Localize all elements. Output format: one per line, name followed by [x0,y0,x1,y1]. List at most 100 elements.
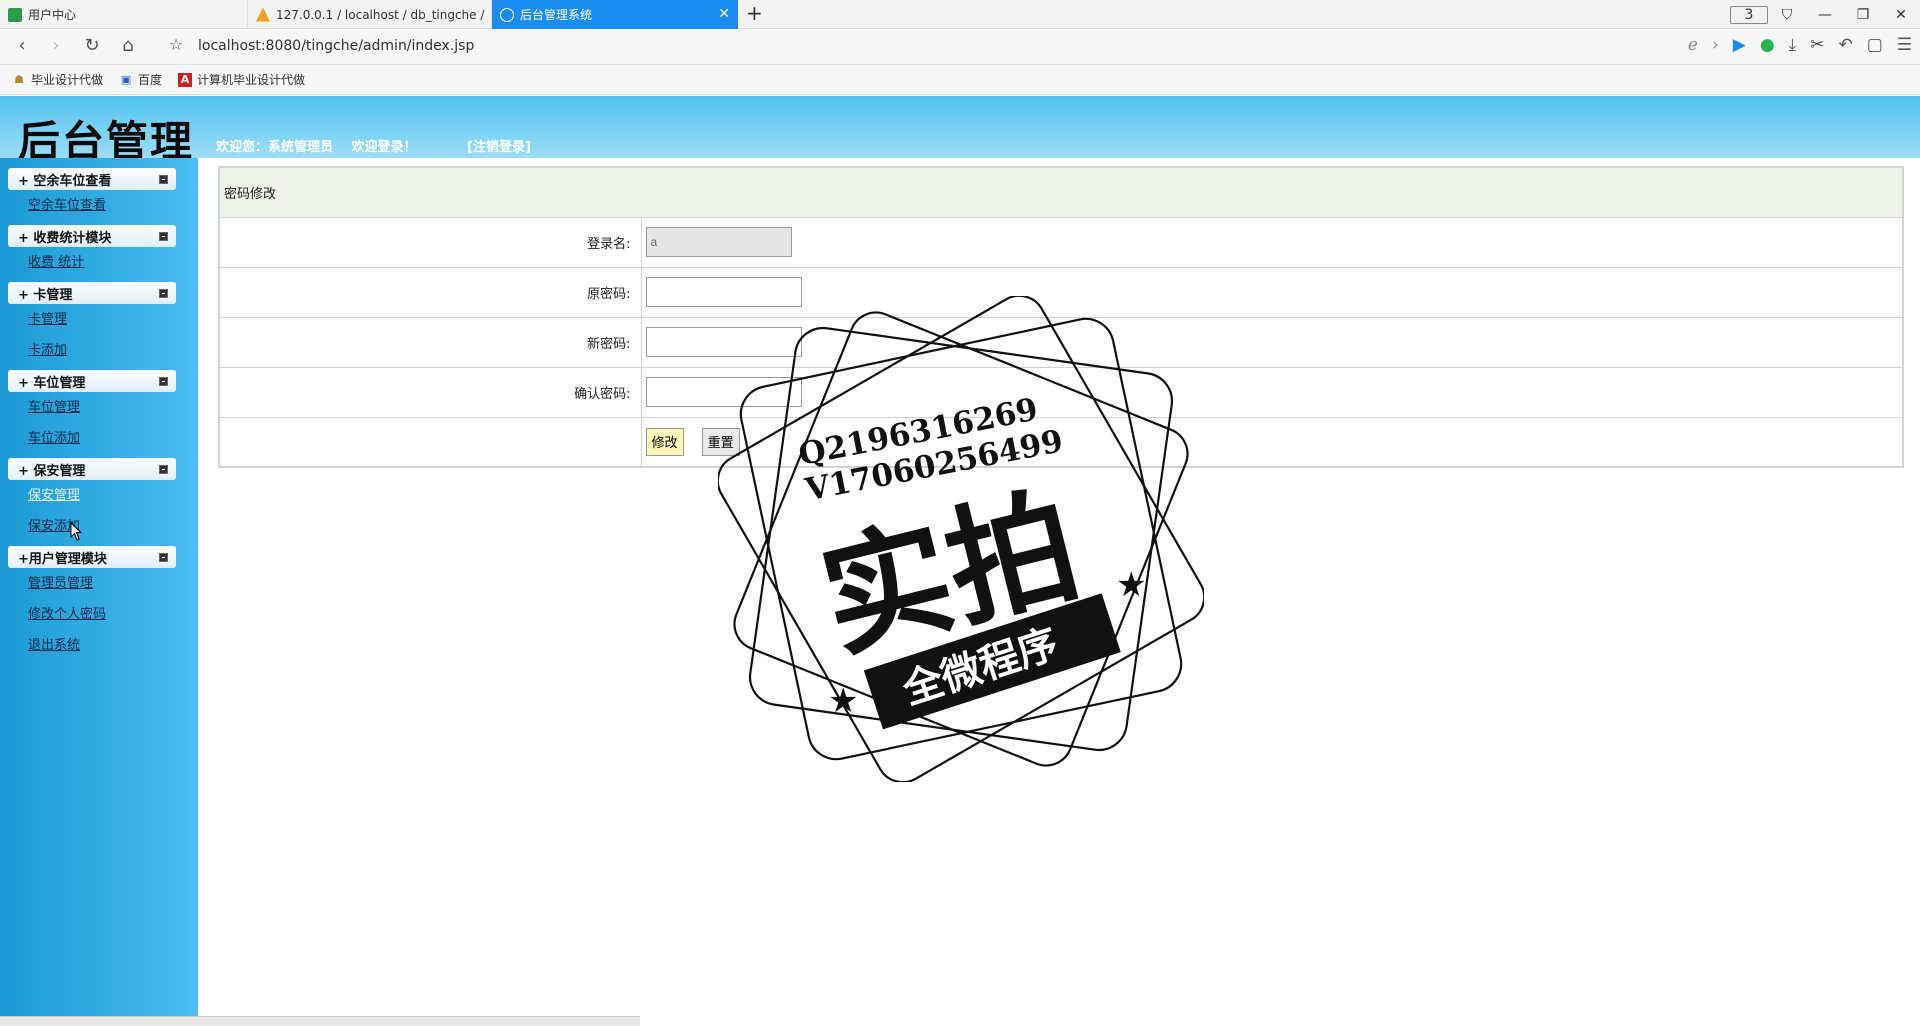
sidebar-item-card-manage[interactable]: 卡管理 [28,304,176,335]
form-title: 密码修改 [218,166,1904,218]
browser-tab[interactable]: 127.0.0.1 / localhost / db_tingche / [248,0,492,29]
menu-group-title: + 空余车位查看 [18,173,112,189]
baidu-icon: ▣ [120,72,132,86]
bookmarks-bar: ☗ 毕业设计代做 ▣ 百度 A 计算机毕业设计代做 [0,65,1920,95]
old-password-field[interactable] [645,277,802,307]
reset-button[interactable]: 重置 [701,427,740,456]
user-center-icon [8,7,22,22]
old-password-label: 原密码: [218,266,642,318]
reload-icon[interactable]: ↻ [80,35,104,56]
watermark-banner [863,593,1121,730]
menu-group: + 保安管理 保安管理 保安添加 [8,458,176,542]
ie-mode-icon[interactable]: ℯ [1688,35,1698,55]
browser-tab-active[interactable]: 后台管理系统 ✕ [492,0,738,29]
menu-group-header[interactable]: + 空余车位查看 [8,168,176,190]
menu-group-header[interactable]: +用户管理模块 [8,546,176,568]
restore-icon[interactable]: ❐ [1844,7,1882,23]
menu-group-header[interactable]: + 卡管理 [8,282,176,304]
sidebar-item-change-password[interactable]: 修改个人密码 [28,599,176,630]
password-form: 密码修改 登录名: 原密码: 新密码: 确认密码: 修改 重置 [218,166,1904,468]
collapse-icon[interactable] [159,552,168,562]
back-icon[interactable]: ‹ [10,35,34,56]
menu-group: + 收费统计模块 收费 统计 [8,225,176,278]
empty-cell [218,416,642,468]
login-name-label: 登录名: [218,216,642,268]
menu-group-header[interactable]: + 保安管理 [8,458,176,480]
bookmark-item[interactable]: ▣ 百度 [119,71,162,88]
bookmark-item[interactable]: A 计算机毕业设计代做 [178,71,305,88]
welcome-user: 欢迎您：系统管理员 [216,140,334,155]
tab-label: 127.0.0.1 / localhost / db_tingche / [276,7,485,22]
bag-icon[interactable]: ▢ [1867,35,1883,55]
app-header: 后台管理 欢迎您：系统管理员 欢迎登录！ [注销登录] [0,96,1920,166]
new-tab-icon[interactable]: + [746,1,763,25]
chat-icon[interactable]: ● [1760,35,1775,55]
sidebar-item-space-manage[interactable]: 车位管理 [28,392,176,423]
sidebar-item-fee-stats[interactable]: 收费 统计 [28,247,176,278]
close-tab-icon[interactable]: ✕ [718,6,730,22]
tab-label: 用户中心 [28,8,77,22]
close-window-icon[interactable]: ✕ [1882,7,1920,23]
menu-group-header[interactable]: + 收费统计模块 [8,225,176,247]
collapse-icon[interactable] [159,376,168,386]
sidebar-item-guard-add[interactable]: 保安添加 [28,511,176,542]
menu-group-header[interactable]: + 车位管理 [8,370,176,392]
collapse-icon[interactable] [159,231,168,241]
status-bar [0,1016,640,1026]
watermark-big-text: 实拍 [808,471,1092,678]
undo-icon[interactable]: ↶ [1838,35,1852,55]
watermark-banner-text: 全微程序 [896,621,1063,715]
collapse-icon[interactable] [159,464,168,474]
phpmyadmin-icon [256,7,270,22]
login-name-field [645,227,792,257]
confirm-password-field[interactable] [645,377,802,407]
collapse-icon[interactable] [159,174,168,184]
chevron-right-icon[interactable]: › [1712,35,1719,55]
menu-group-title: + 卡管理 [18,287,73,303]
menu-group-title: +用户管理模块 [18,551,107,567]
download-icon[interactable]: ⤓ [1789,35,1797,55]
mouse-cursor-icon [70,522,83,541]
tab-count-button[interactable]: 3 [1730,5,1768,24]
bookmark-item[interactable]: ☗ 毕业设计代做 [12,71,103,88]
submit-button[interactable]: 修改 [645,427,684,456]
minimize-icon[interactable]: — [1806,7,1844,23]
star-icon: ★ [828,681,858,721]
bookmark-label: 计算机毕业设计代做 [197,73,306,87]
bookmark-label: 百度 [138,73,163,87]
address-bar: ‹ › ↻ ⌂ ☆ localhost:8080/tingche/admin/i… [0,29,1920,65]
shirt-icon[interactable]: ⛉ [1768,7,1806,23]
url-input[interactable]: localhost:8080/tingche/admin/index.jsp [198,38,474,54]
window-controls: 3 ⛉ — ❐ ✕ [1730,0,1920,29]
bookmark-star-icon[interactable]: ☆ [164,35,188,54]
sidebar-item-space-add[interactable]: 车位添加 [28,423,176,454]
tab-label: 后台管理系统 [520,8,593,22]
play-icon[interactable]: ▶ [1733,35,1746,55]
star-icon: ★ [1116,565,1146,605]
sidebar-item-guard-manage[interactable]: 保安管理 [28,480,176,511]
logout-link[interactable]: [注销登录] [467,136,531,155]
menu-group-title: + 收费统计模块 [18,230,112,246]
collapse-icon[interactable] [159,288,168,298]
sidebar-item-card-add[interactable]: 卡添加 [28,335,176,366]
graduation-icon: ☗ [14,72,24,86]
main-content: 密码修改 登录名: 原密码: 新密码: 确认密码: 修改 重置 [218,166,1904,468]
sidebar: + 空余车位查看 空余车位查看 + 收费统计模块 收费 统计 + 卡管理 卡管理… [0,158,198,1026]
menu-icon[interactable]: ☰ [1897,35,1912,55]
new-password-label: 新密码: [218,316,642,368]
forward-icon[interactable]: › [44,35,68,56]
bookmark-label: 毕业设计代做 [31,73,104,87]
sidebar-item-vacant-spaces[interactable]: 空余车位查看 [28,190,176,221]
menu-group: + 空余车位查看 空余车位查看 [8,168,176,221]
new-password-field[interactable] [645,327,802,357]
browser-tab[interactable]: 用户中心 [0,0,248,29]
menu-group-title: + 车位管理 [18,375,86,391]
home-icon[interactable]: ⌂ [116,35,140,56]
globe-icon [500,7,514,22]
browser-toolbar: ℯ › ▶ ● ⤓ ✂ ↶ ▢ ☰ [1688,35,1912,55]
sidebar-item-admin-manage[interactable]: 管理员管理 [28,568,176,599]
scissors-icon[interactable]: ✂ [1810,35,1824,55]
browser-tab-bar: 用户中心 127.0.0.1 / localhost / db_tingche … [0,0,1920,29]
sidebar-item-exit[interactable]: 退出系统 [28,630,176,661]
confirm-password-label: 确认密码: [218,366,642,418]
